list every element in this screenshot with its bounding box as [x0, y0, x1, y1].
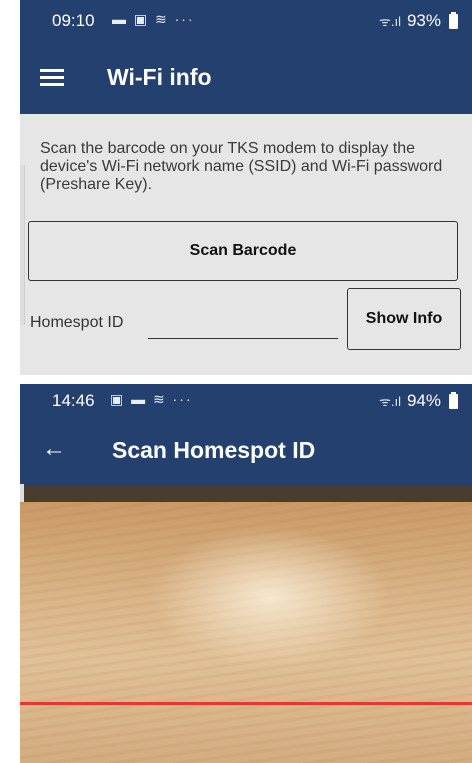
battery-percent: 93% — [406, 11, 441, 30]
signal-icon: ᯤ.ıl — [378, 14, 401, 29]
notification-icons: ▣ ▬ ≋ ··· — [110, 391, 193, 408]
page-title: Wi-Fi info — [107, 64, 212, 90]
app-bar: Wi-Fi info — [20, 42, 472, 114]
scan-homespot-screen: 14:46 ▣ ▬ ≋ ··· ᯤ.ıl 94% ← Scan Homespot… — [20, 384, 472, 763]
status-time: 14:46 — [52, 391, 95, 410]
scan-line — [20, 702, 472, 705]
show-info-button[interactable]: Show Info — [347, 288, 461, 350]
scan-barcode-button[interactable]: Scan Barcode — [28, 221, 458, 281]
instructions-text: Scan the barcode on your TKS modem to di… — [40, 140, 443, 193]
status-right: ᯤ.ıl 94% — [379, 391, 458, 411]
wifi-info-screen: 09:10 ▬ ▣ ≋ ··· ᯤ.ıl 93% Wi-Fi info Scan… — [20, 0, 472, 375]
menu-icon[interactable] — [40, 69, 64, 87]
battery-percent: 94% — [406, 391, 441, 410]
status-bar: 14:46 ▣ ▬ ≋ ··· ᯤ.ıl 94% — [20, 384, 472, 416]
status-time: 09:10 — [52, 11, 95, 30]
app-bar: ← Scan Homespot ID — [20, 416, 472, 486]
page-title: Scan Homespot ID — [112, 437, 316, 463]
photo-icon: ▬ — [131, 391, 148, 407]
battery-icon — [449, 391, 458, 409]
photo-icon: ▬ — [112, 11, 128, 27]
wifi-free-icon: ≋ — [153, 391, 167, 407]
status-bar: 09:10 ▬ ▣ ≋ ··· ᯤ.ıl 93% — [20, 0, 472, 42]
camera-top-edge — [20, 486, 472, 502]
edge-panel-handle[interactable] — [20, 165, 25, 325]
homespot-id-label: Homespot ID — [30, 314, 124, 331]
gallery-icon: ▣ — [110, 391, 126, 407]
camera-preview — [20, 502, 472, 763]
gallery-icon: ▣ — [133, 11, 150, 27]
signal-icon: ᯤ.ıl — [378, 394, 401, 409]
battery-icon — [449, 11, 458, 29]
status-right: ᯤ.ıl 93% — [379, 11, 458, 31]
wifi-free-icon: ≋ — [155, 11, 169, 27]
back-arrow-icon[interactable]: ← — [42, 435, 66, 463]
edge-panel-handle[interactable] — [20, 484, 24, 504]
more-icon: ··· — [172, 391, 193, 407]
homespot-id-input[interactable] — [148, 304, 338, 339]
notification-icons: ▬ ▣ ≋ ··· — [112, 11, 195, 28]
more-icon: ··· — [174, 11, 195, 27]
